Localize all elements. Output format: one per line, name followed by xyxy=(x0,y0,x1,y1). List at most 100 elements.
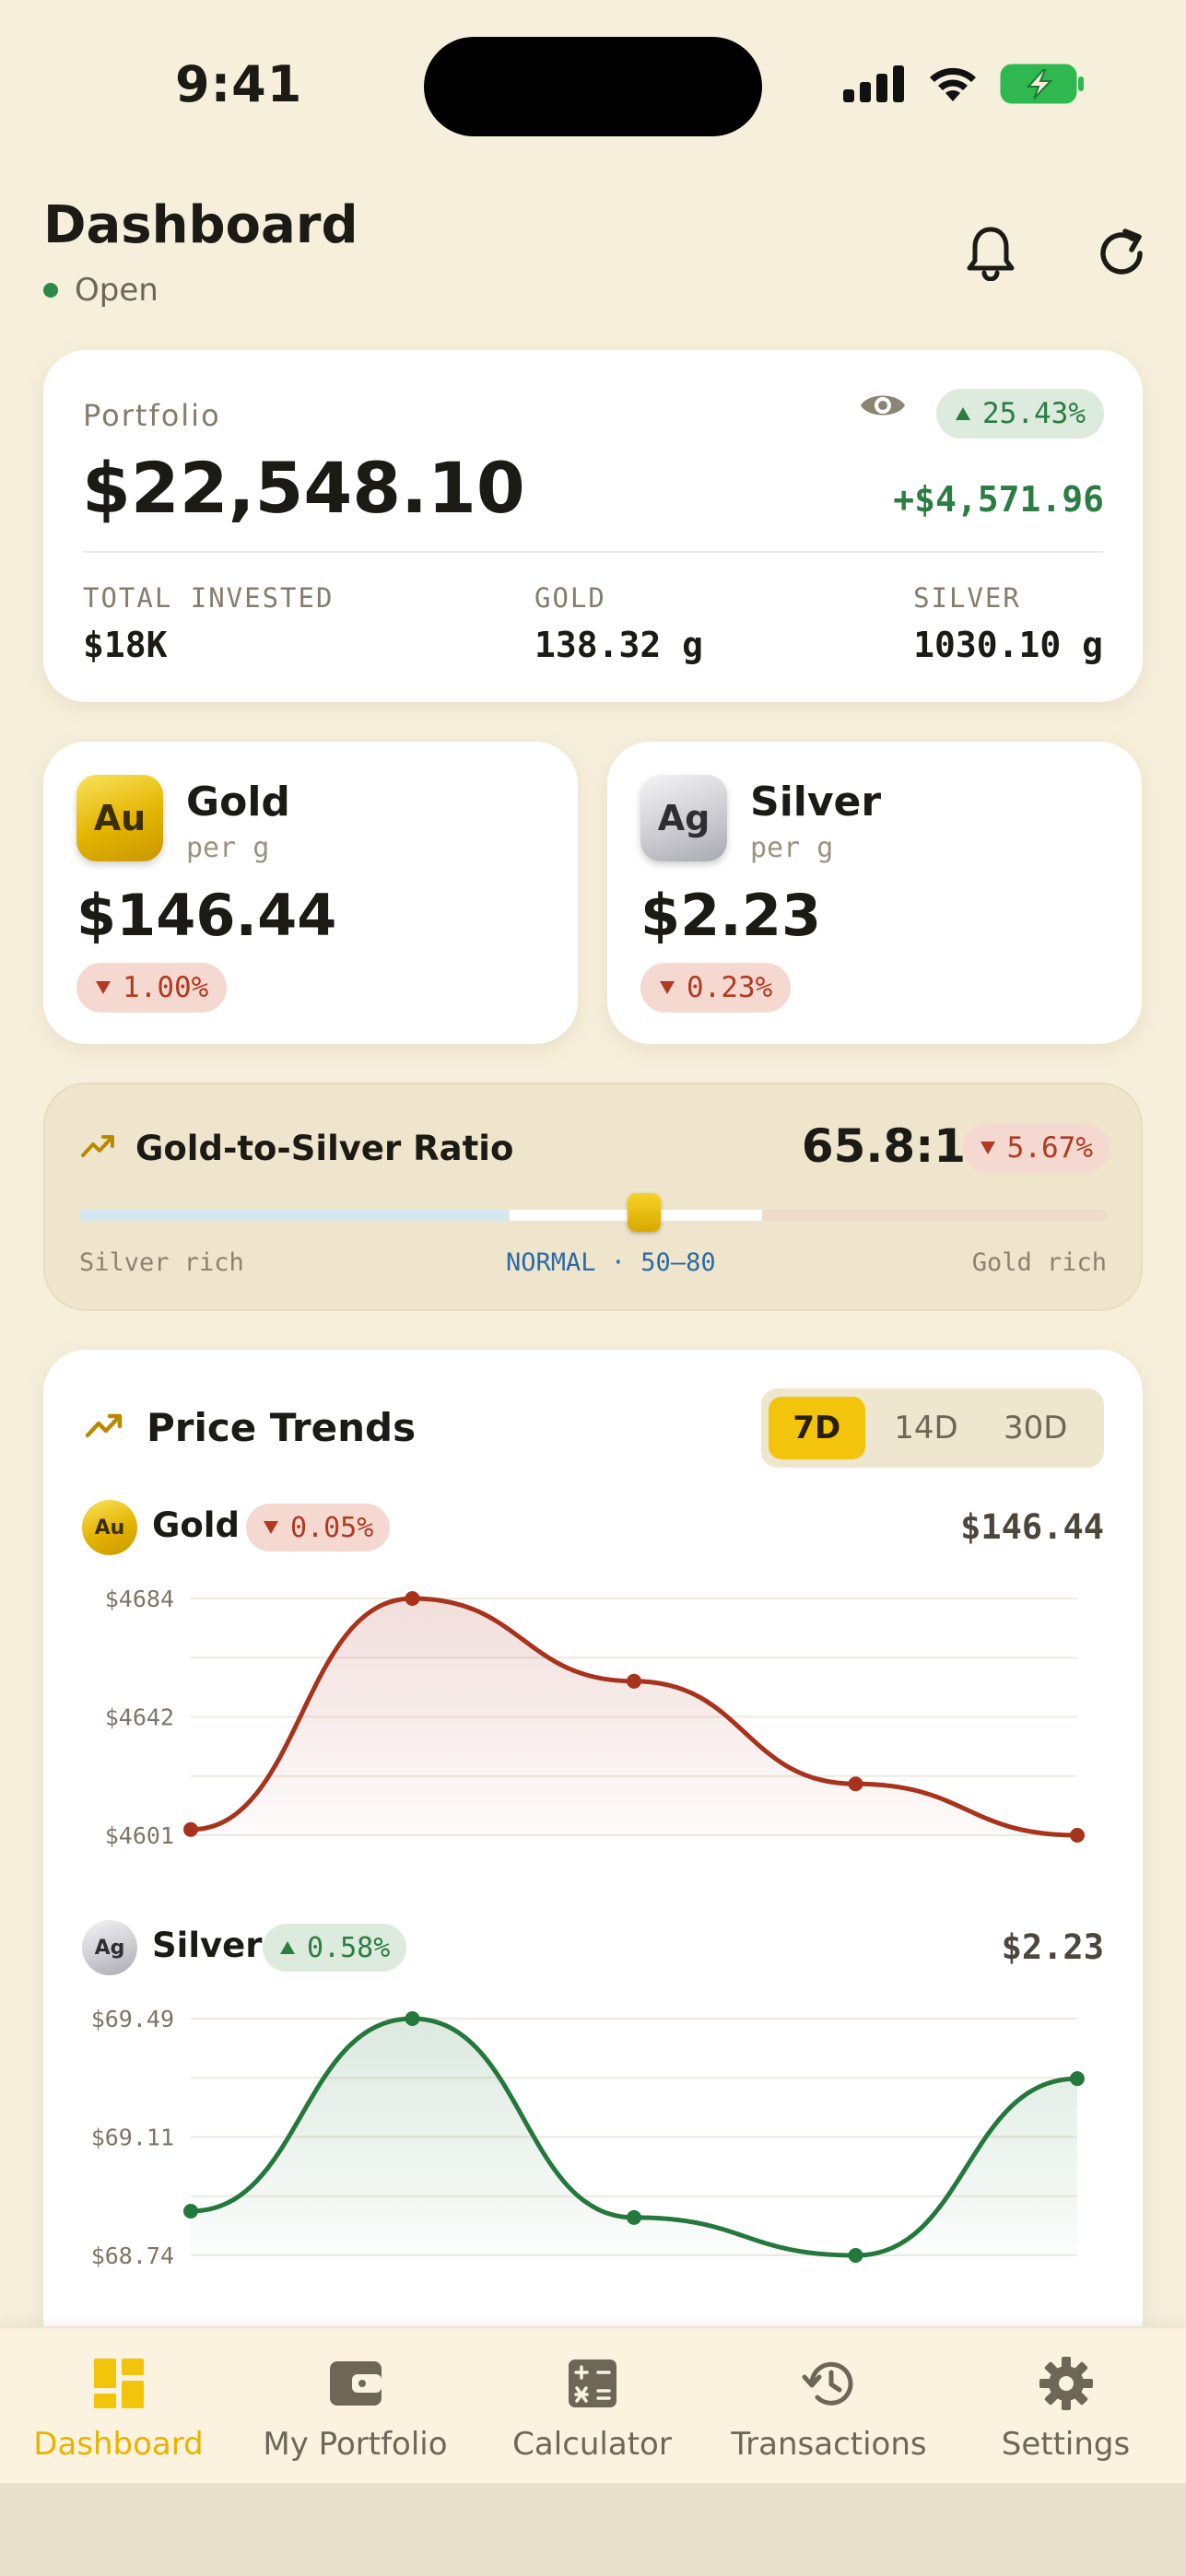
silver-badge: Ag xyxy=(640,775,727,861)
status-bar: 9:41 xyxy=(0,0,1186,175)
series-change-badge: 0.05% xyxy=(246,1504,391,1551)
dashboard-grid-icon xyxy=(93,2359,144,2408)
stat-value: 1030.10 g xyxy=(913,625,1103,665)
series-price: $146.44 xyxy=(960,1507,1104,1547)
cellular-signal-icon xyxy=(843,65,904,102)
nav-label: Settings xyxy=(1001,2426,1131,2463)
y-tick-label: $4684 xyxy=(105,1586,174,1612)
bell-icon xyxy=(967,227,1015,281)
data-point xyxy=(848,1776,863,1792)
stat-value: 138.32 g xyxy=(534,625,704,665)
price-trends-card: Price Trends 7D 14D 30D Au Gold 0.05% $1… xyxy=(43,1350,1143,2363)
stat-label: TOTAL INVESTED xyxy=(83,582,335,614)
data-point xyxy=(848,2248,863,2263)
series-change: 0.58% xyxy=(307,1931,391,1964)
gold-mini-badge: Au xyxy=(82,1500,137,1555)
period-tabs: 7D 14D 30D xyxy=(761,1388,1104,1468)
stat-total-invested: TOTAL INVESTED $18K xyxy=(83,582,334,665)
y-tick-label: $68.74 xyxy=(91,2242,174,2269)
home-indicator-area xyxy=(0,2483,1186,2576)
series-change-badge: 0.58% xyxy=(263,1924,407,1972)
gear-icon xyxy=(1039,2357,1093,2410)
data-point xyxy=(183,1821,198,1837)
nav-label: Dashboard xyxy=(33,2426,204,2463)
data-point xyxy=(1070,2071,1085,2087)
metal-price: $146.44 xyxy=(76,882,337,949)
calculator-icon xyxy=(568,2359,616,2407)
series-name: Gold xyxy=(152,1505,240,1545)
metal-price: $2.23 xyxy=(640,882,822,949)
refresh-icon xyxy=(1100,228,1143,275)
nav-transactions[interactable]: Transactions xyxy=(710,2328,947,2485)
page-title: Dashboard xyxy=(43,195,358,255)
market-status: Open xyxy=(43,272,159,309)
notifications-button[interactable] xyxy=(958,221,1023,286)
trending-up-icon xyxy=(85,1413,123,1438)
portfolio-change-pct: 25.43% xyxy=(982,397,1086,430)
silver-rich-label: Silver rich xyxy=(79,1248,244,1277)
metal-name: Gold xyxy=(186,779,290,825)
y-tick-label: $69.11 xyxy=(91,2125,174,2151)
triangle-up-icon xyxy=(956,407,971,420)
history-icon xyxy=(802,2361,852,2406)
triangle-down-icon xyxy=(980,1142,995,1154)
ratio-change-badge: 5.67% xyxy=(962,1123,1110,1173)
metal-change: 1.00% xyxy=(123,971,209,1004)
data-point xyxy=(405,2011,420,2026)
ratio-range-track xyxy=(79,1210,1107,1221)
silver-price-card[interactable]: Ag Silver per g $2.23 0.23% xyxy=(607,742,1142,1044)
nav-calculator[interactable]: Calculator xyxy=(474,2328,710,2485)
ratio-indicator xyxy=(628,1193,661,1232)
battery-charging-icon xyxy=(1000,64,1084,104)
gold-series-header: Au Gold 0.05% $146.44 xyxy=(82,1500,1104,1555)
status-icons xyxy=(843,63,1085,105)
gold-rich-label: Gold rich xyxy=(971,1248,1107,1277)
series-name: Silver xyxy=(152,1926,263,1965)
data-point xyxy=(183,2204,198,2219)
trends-title: Price Trends xyxy=(147,1405,417,1450)
trending-up-icon xyxy=(81,1135,114,1157)
toggle-visibility-button[interactable] xyxy=(859,387,907,427)
stat-silver-weight: SILVER 1030.10 g xyxy=(913,582,1103,665)
triangle-down-icon xyxy=(96,981,111,994)
stat-label: SILVER xyxy=(913,582,1021,614)
silver-mini-badge: Ag xyxy=(82,1920,137,1975)
status-time: 9:41 xyxy=(175,55,303,113)
portfolio-card[interactable]: Portfolio $22,548.10 25.43% +$4,571.96 T… xyxy=(43,350,1143,702)
data-point xyxy=(627,2209,641,2225)
divider xyxy=(83,551,1103,553)
metal-change: 0.23% xyxy=(687,971,773,1004)
nav-dashboard[interactable]: Dashboard xyxy=(0,2328,237,2485)
portfolio-value: $22,548.10 xyxy=(82,447,525,529)
data-point xyxy=(627,1673,641,1689)
tab-30d[interactable]: 30D xyxy=(987,1397,1084,1459)
eye-icon xyxy=(861,395,905,416)
metal-change-badge: 1.00% xyxy=(76,963,228,1013)
y-tick-label: $69.49 xyxy=(91,2006,174,2032)
silver-rich-zone xyxy=(79,1210,510,1221)
gold-price-card[interactable]: Au Gold per g $146.44 1.00% xyxy=(43,742,578,1044)
triangle-down-icon xyxy=(660,981,675,994)
data-point xyxy=(1070,1828,1085,1843)
series-price: $2.23 xyxy=(1001,1927,1104,1967)
refresh-button[interactable] xyxy=(1089,221,1154,286)
tab-7d[interactable]: 7D xyxy=(769,1397,865,1459)
bottom-tab-bar: Dashboard My Portfolio Calculator Transa… xyxy=(0,2326,1186,2483)
nav-label: Calculator xyxy=(512,2426,672,2463)
stat-value: $18K xyxy=(83,625,168,665)
ratio-title: Gold-to-Silver Ratio xyxy=(135,1129,514,1168)
wifi-icon xyxy=(930,67,976,101)
tab-14d[interactable]: 14D xyxy=(878,1397,975,1459)
nav-settings[interactable]: Settings xyxy=(947,2328,1184,2485)
metal-name: Silver xyxy=(750,779,882,825)
silver-price-chart: $69.49 $69.11 $68.74 xyxy=(91,2006,1085,2269)
nav-my-portfolio[interactable]: My Portfolio xyxy=(237,2328,474,2485)
wallet-icon xyxy=(329,2361,382,2406)
stat-label: GOLD xyxy=(534,582,606,614)
gold-price-chart: $4684 $4642 $4601 xyxy=(105,1586,1085,1849)
metal-unit: per g xyxy=(186,832,270,864)
gold-badge: Au xyxy=(76,775,163,861)
nav-label: Transactions xyxy=(731,2426,927,2463)
y-tick-label: $4642 xyxy=(105,1704,174,1731)
gold-silver-ratio-card[interactable]: Gold-to-Silver Ratio 65.8:1 5.67% Silver… xyxy=(43,1083,1143,1311)
